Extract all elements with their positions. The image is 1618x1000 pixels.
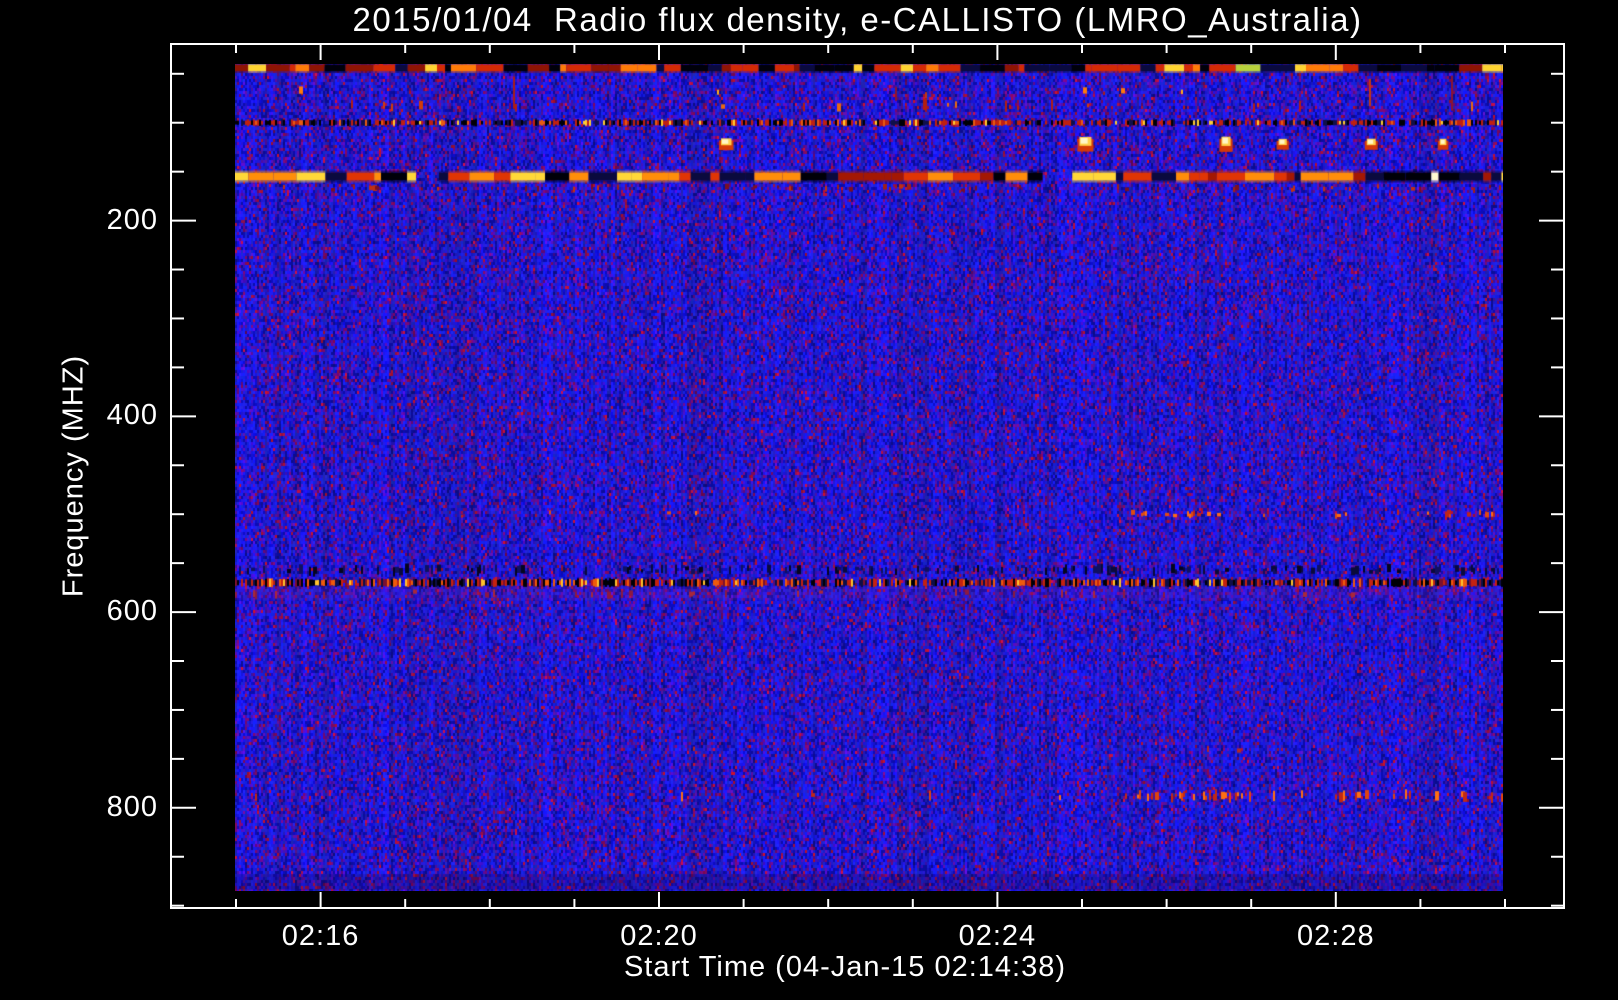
y-tick-label: 400 bbox=[106, 399, 158, 432]
y-tick-label: 200 bbox=[106, 203, 158, 236]
plot-frame bbox=[170, 43, 1565, 909]
x-tick-label: 02:16 bbox=[281, 920, 360, 952]
y-tick-label: 800 bbox=[106, 790, 158, 823]
x-axis-title: Start Time (04-Jan-15 02:14:38) bbox=[623, 951, 1067, 983]
y-tick-label: 600 bbox=[106, 595, 158, 628]
x-tick-label: 02:24 bbox=[958, 920, 1037, 952]
spectrogram-window: 2015/01/04 Radio flux density, e-CALLIST… bbox=[0, 0, 1618, 1000]
axes-frame bbox=[170, 43, 1565, 909]
x-tick-label: 02:20 bbox=[620, 920, 698, 952]
x-tick-label: 02:28 bbox=[1297, 920, 1375, 952]
